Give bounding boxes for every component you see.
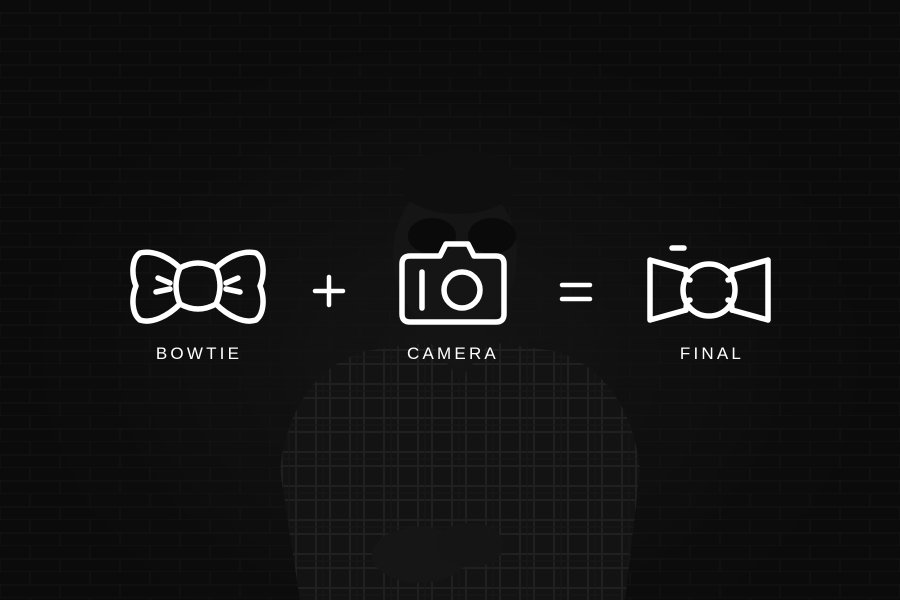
bowtie-camera-logo-icon [647,245,771,323]
plus-icon [312,274,346,308]
final-caption: FINAL [679,344,745,363]
camera-icon [399,241,507,325]
camera-caption: CAMERA [407,344,499,363]
equals-icon [559,282,593,302]
bowtie-caption: BOWTIE [155,344,243,363]
bowtie-icon [130,249,266,324]
hero-graphic: BOWTIE CAMERA FINAL [0,0,900,600]
